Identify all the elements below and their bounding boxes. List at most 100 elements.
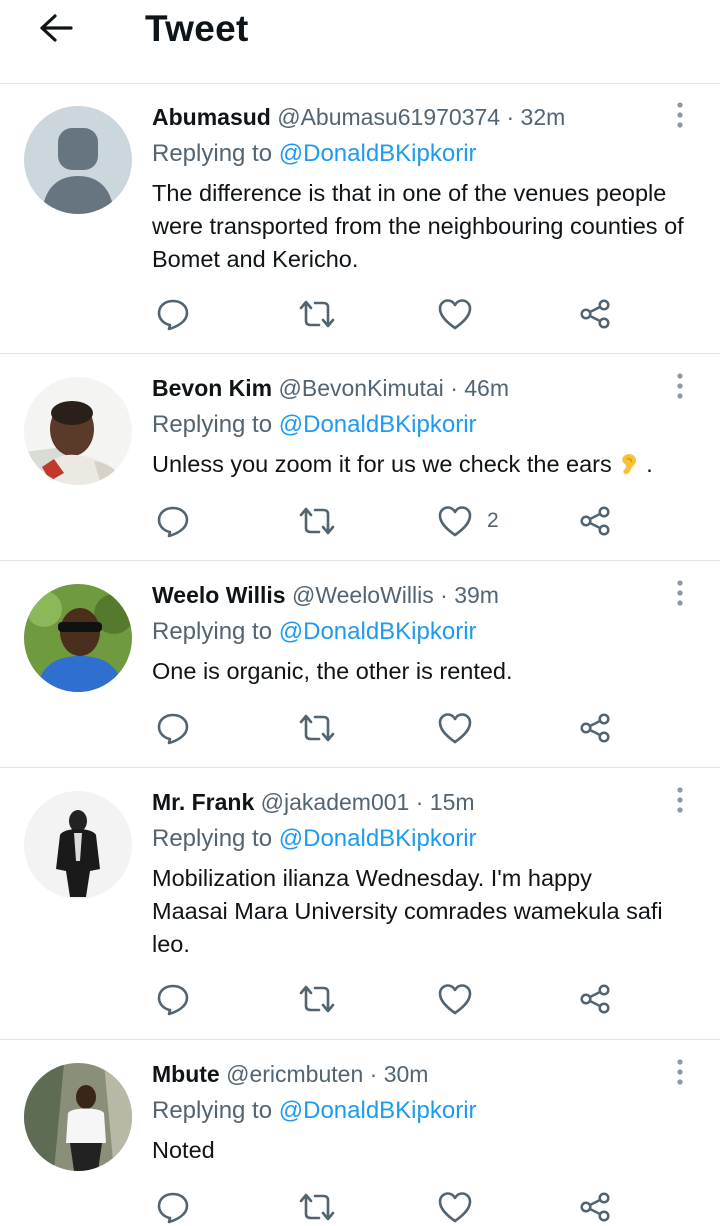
reply-button[interactable] bbox=[156, 501, 190, 541]
retweet-button[interactable] bbox=[297, 1187, 337, 1226]
avatar-photo[interactable] bbox=[24, 377, 132, 485]
author-name[interactable]: Bevon Kim bbox=[152, 375, 272, 401]
retweet-button[interactable] bbox=[297, 979, 337, 1019]
retweet-button[interactable] bbox=[297, 708, 337, 748]
separator-dot: · bbox=[415, 789, 424, 815]
timestamp[interactable]: 15m bbox=[430, 789, 475, 815]
avatar-photo[interactable] bbox=[24, 584, 132, 692]
share-icon bbox=[578, 711, 612, 745]
tweet-text-main: Unless you zoom it for us we check the e… bbox=[152, 451, 612, 477]
retweet-icon bbox=[297, 711, 337, 745]
retweet-icon bbox=[297, 504, 337, 538]
reply-icon bbox=[156, 711, 190, 745]
like-button[interactable]: 2 bbox=[437, 501, 499, 541]
replying-to-handle[interactable]: @DonaldBKipkorir bbox=[279, 140, 477, 167]
avatar-default[interactable] bbox=[24, 106, 132, 214]
replying-to-handle[interactable]: @DonaldBKipkorir bbox=[279, 1097, 477, 1124]
reply-icon bbox=[156, 297, 190, 331]
heart-icon bbox=[437, 982, 473, 1016]
tweet-text: Unless you zoom it for us we check the e… bbox=[152, 448, 708, 481]
retweet-button[interactable] bbox=[297, 501, 337, 541]
timestamp[interactable]: 46m bbox=[464, 375, 509, 401]
separator-dot: · bbox=[369, 1061, 378, 1087]
tweet-text: One is organic, the other is rented. bbox=[152, 658, 513, 684]
retweet-icon bbox=[297, 297, 337, 331]
replying-to-line: Replying to @DonaldBKipkorir bbox=[152, 409, 477, 441]
replying-to-label: Replying to bbox=[152, 825, 273, 852]
author-name[interactable]: Abumasud bbox=[152, 104, 271, 130]
share-button[interactable] bbox=[578, 294, 612, 334]
tweet-header: Bevon Kim @BevonKimutai · 46m bbox=[152, 373, 509, 403]
more-vertical-icon bbox=[676, 1057, 684, 1092]
timestamp[interactable]: 32m bbox=[521, 104, 566, 130]
tweet-item[interactable]: Weelo Willis @WeeloWillis · 39m Replying… bbox=[0, 562, 720, 768]
replying-to-label: Replying to bbox=[152, 618, 273, 645]
heart-icon bbox=[437, 1190, 473, 1224]
replying-to-line: Replying to @DonaldBKipkorir bbox=[152, 1095, 477, 1127]
replying-to-label: Replying to bbox=[152, 140, 273, 167]
more-vertical-icon bbox=[676, 785, 684, 820]
avatar-photo[interactable] bbox=[24, 791, 132, 899]
author-name[interactable]: Mbute bbox=[152, 1061, 220, 1087]
reply-icon bbox=[156, 982, 190, 1016]
like-button[interactable] bbox=[437, 979, 487, 1019]
separator-dot: · bbox=[450, 375, 458, 401]
share-button[interactable] bbox=[578, 1187, 612, 1226]
tweet-item[interactable]: Mr. Frank @jakadem001 · 15m Replying to … bbox=[0, 769, 720, 1040]
author-handle[interactable]: @jakadem001 bbox=[261, 789, 410, 815]
replying-to-label: Replying to bbox=[152, 411, 273, 438]
top-bar: Tweet bbox=[0, 0, 720, 84]
author-name[interactable]: Weelo Willis bbox=[152, 582, 286, 608]
replying-to-line: Replying to @DonaldBKipkorir bbox=[152, 616, 477, 648]
author-handle[interactable]: @ericmbuten bbox=[226, 1061, 363, 1087]
tweet-header: Weelo Willis @WeeloWillis · 39m bbox=[152, 580, 499, 610]
tweet-item[interactable]: Bevon Kim @BevonKimutai · 46m Replying t… bbox=[0, 355, 720, 561]
reply-button[interactable] bbox=[156, 1187, 190, 1226]
share-button[interactable] bbox=[578, 979, 612, 1019]
page-title: Tweet bbox=[145, 8, 249, 49]
like-button[interactable] bbox=[437, 1187, 487, 1226]
replying-to-handle[interactable]: @DonaldBKipkorir bbox=[279, 411, 477, 438]
tweet-header: Mr. Frank @jakadem001 · 15m bbox=[152, 787, 475, 817]
tweet-text: Mobilization ilianza Wednesday. I'm happ… bbox=[152, 865, 663, 957]
tweet-item[interactable]: Mbute @ericmbuten · 30m Replying to @Don… bbox=[0, 1041, 720, 1226]
ear-icon bbox=[616, 452, 640, 476]
like-button[interactable] bbox=[437, 708, 487, 748]
more-options-button[interactable] bbox=[668, 578, 692, 613]
back-button[interactable] bbox=[36, 10, 76, 50]
replying-to-line: Replying to @DonaldBKipkorir bbox=[152, 823, 477, 855]
author-handle[interactable]: @BevonKimutai bbox=[279, 375, 444, 401]
share-icon bbox=[578, 504, 612, 538]
tweet-header: Abumasud @Abumasu61970374 · 32m bbox=[152, 102, 565, 132]
reply-icon bbox=[156, 504, 190, 538]
reply-button[interactable] bbox=[156, 979, 190, 1019]
reply-button[interactable] bbox=[156, 708, 190, 748]
reply-button[interactable] bbox=[156, 294, 190, 334]
more-options-button[interactable] bbox=[668, 785, 692, 820]
share-button[interactable] bbox=[578, 501, 612, 541]
retweet-button[interactable] bbox=[297, 294, 337, 334]
share-button[interactable] bbox=[578, 708, 612, 748]
tweet-text-suffix: . bbox=[646, 451, 653, 477]
replying-to-handle[interactable]: @DonaldBKipkorir bbox=[279, 825, 477, 852]
more-options-button[interactable] bbox=[668, 1057, 692, 1092]
like-button[interactable] bbox=[437, 294, 487, 334]
replying-to-label: Replying to bbox=[152, 1097, 273, 1124]
timestamp[interactable]: 39m bbox=[454, 582, 499, 608]
like-count: 2 bbox=[487, 509, 499, 532]
more-options-button[interactable] bbox=[668, 101, 692, 132]
tweet-actions bbox=[0, 979, 720, 1019]
more-vertical-icon bbox=[676, 371, 684, 406]
timestamp[interactable]: 30m bbox=[384, 1061, 429, 1087]
replying-to-handle[interactable]: @DonaldBKipkorir bbox=[279, 618, 477, 645]
author-name[interactable]: Mr. Frank bbox=[152, 789, 254, 815]
share-icon bbox=[578, 297, 612, 331]
tweet-actions bbox=[0, 294, 720, 334]
more-options-button[interactable] bbox=[668, 371, 692, 406]
author-handle[interactable]: @Abumasu61970374 bbox=[277, 104, 500, 130]
tweet-item[interactable]: Abumasud @Abumasu61970374 · 32m Replying… bbox=[0, 84, 720, 354]
more-vertical-icon bbox=[676, 578, 684, 613]
author-handle[interactable]: @WeeloWillis bbox=[292, 582, 434, 608]
tweet-actions bbox=[0, 1187, 720, 1226]
avatar-photo[interactable] bbox=[24, 1063, 132, 1171]
